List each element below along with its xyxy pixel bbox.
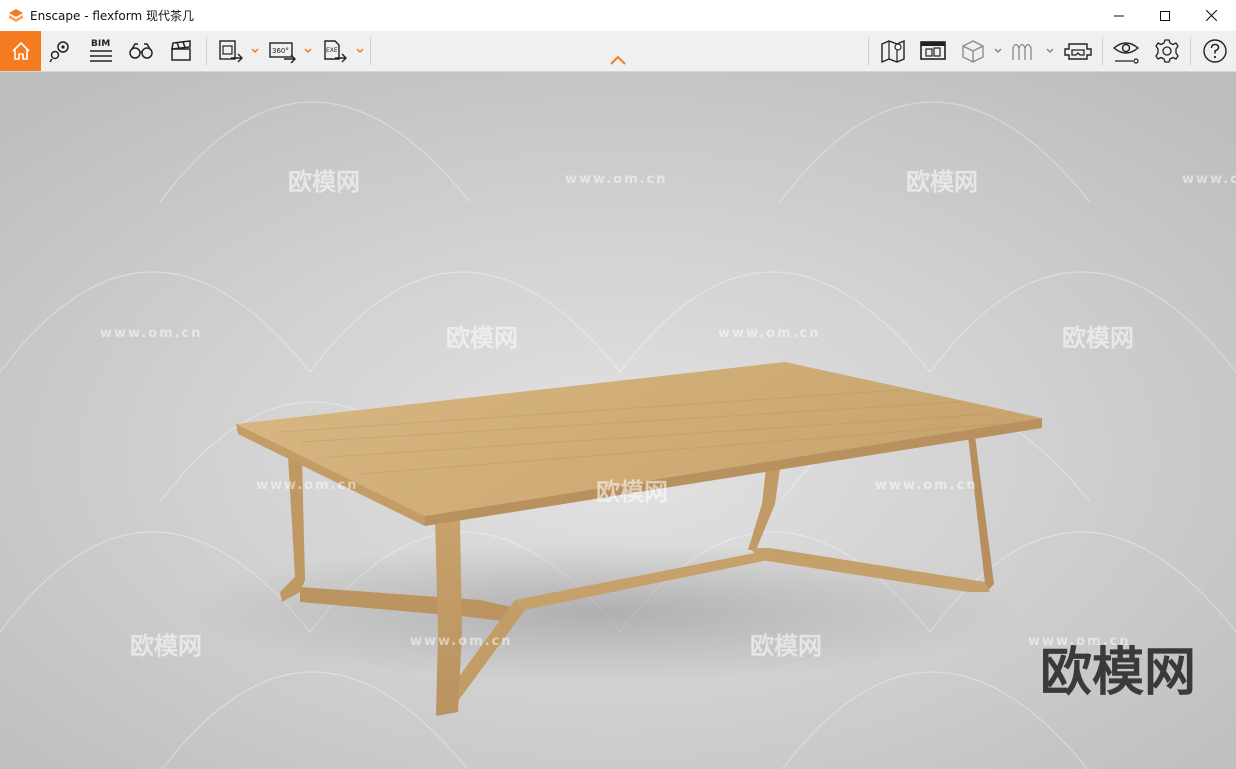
watermark-url: www.om.cn bbox=[718, 326, 821, 341]
toolbar-separator bbox=[868, 37, 869, 65]
bim-icon: BIM bbox=[90, 39, 112, 62]
toolbar-separator bbox=[1190, 37, 1191, 65]
map-button[interactable] bbox=[876, 31, 910, 71]
render-window-icon bbox=[920, 41, 946, 60]
watermark-url: www.om.cn bbox=[256, 478, 359, 493]
close-icon bbox=[1205, 10, 1217, 21]
vr-headset-button[interactable] bbox=[1060, 31, 1096, 71]
asset-library-button[interactable] bbox=[956, 31, 990, 71]
chevron-down-icon[interactable] bbox=[304, 47, 312, 55]
bim-button[interactable]: BIM bbox=[84, 31, 118, 71]
render-viewport[interactable]: 欧模网 www.om.cn www.om.cn www.om.cn www.om… bbox=[0, 72, 1236, 769]
table-leg bbox=[435, 520, 462, 716]
watermark-url: www.om.cn bbox=[1028, 634, 1131, 649]
corner-watermark: 欧模网 bbox=[1040, 643, 1196, 703]
table-shadow bbox=[180, 542, 1020, 682]
chevron-down-icon[interactable] bbox=[251, 47, 259, 55]
toolbar-separator bbox=[206, 37, 207, 65]
watermark-brand: 欧模网 bbox=[130, 632, 202, 660]
maximize-icon bbox=[1160, 10, 1170, 21]
arches-icon bbox=[1012, 43, 1032, 60]
settings-button[interactable] bbox=[1150, 31, 1184, 71]
toolbar-separator bbox=[1102, 37, 1103, 65]
watermark-brand: 欧模网 bbox=[750, 632, 822, 660]
maximize-button[interactable] bbox=[1142, 0, 1188, 31]
render-window-button[interactable] bbox=[916, 31, 950, 71]
video-editor-button[interactable] bbox=[164, 31, 198, 71]
visual-settings-button[interactable] bbox=[1108, 31, 1144, 71]
bim-label: BIM bbox=[91, 39, 110, 49]
window-title: Enscape - flexform 现代茶几 bbox=[30, 9, 194, 23]
help-button[interactable] bbox=[1198, 31, 1232, 71]
watermark-url: www.om.cn bbox=[1182, 172, 1236, 187]
home-button[interactable] bbox=[0, 31, 41, 71]
watermark-brand: 欧模网 bbox=[446, 324, 518, 352]
panorama-icon-text: 360° bbox=[272, 47, 289, 55]
watermark-url: www.om.cn bbox=[410, 634, 513, 649]
exe-icon-text: EXE bbox=[326, 47, 338, 54]
close-button[interactable] bbox=[1188, 0, 1234, 31]
enscape-logo-icon bbox=[9, 8, 23, 22]
exe-export-button[interactable]: EXE bbox=[318, 31, 352, 71]
exe-export-icon: EXE bbox=[324, 40, 347, 63]
minimize-button[interactable] bbox=[1096, 0, 1142, 31]
help-icon bbox=[1203, 39, 1227, 63]
chevron-down-icon[interactable] bbox=[1046, 47, 1054, 55]
vr-headset-icon bbox=[1064, 43, 1092, 60]
map-pin-icon bbox=[49, 41, 69, 63]
material-editor-button[interactable] bbox=[1006, 31, 1040, 71]
screenshot-export-icon bbox=[219, 40, 243, 63]
watermark-brand: 欧模网 bbox=[906, 168, 978, 196]
toolbar-separator bbox=[370, 37, 371, 65]
chevron-up-icon[interactable] bbox=[609, 54, 627, 66]
title-bar: Enscape - flexform 现代茶几 bbox=[0, 0, 1236, 31]
watermark-url: www.om.cn bbox=[100, 326, 203, 341]
eye-path-icon bbox=[1112, 42, 1140, 64]
chevron-down-icon[interactable] bbox=[994, 47, 1002, 55]
watermark-brand: 欧模网 bbox=[1062, 324, 1134, 352]
binoculars-icon bbox=[129, 43, 153, 59]
screenshot-export-button[interactable] bbox=[214, 31, 248, 71]
watermark-url: www.om.cn bbox=[875, 478, 978, 493]
chevron-down-icon[interactable] bbox=[356, 47, 364, 55]
map-icon bbox=[881, 39, 905, 64]
watermark-url: www.om.cn bbox=[565, 172, 668, 187]
panorama-export-icon: 360° bbox=[269, 42, 296, 64]
watermark-brand: 欧模网 bbox=[596, 478, 668, 506]
gear-icon bbox=[1155, 39, 1179, 63]
home-icon bbox=[11, 42, 30, 60]
cube-icon bbox=[962, 40, 984, 63]
clapperboard-icon bbox=[171, 40, 191, 61]
panorama-export-button[interactable]: 360° bbox=[265, 31, 301, 71]
views-button[interactable] bbox=[44, 31, 78, 71]
watermark-brand: 欧模网 bbox=[288, 168, 360, 196]
binoculars-button[interactable] bbox=[124, 31, 158, 71]
minimize-icon bbox=[1114, 15, 1124, 16]
